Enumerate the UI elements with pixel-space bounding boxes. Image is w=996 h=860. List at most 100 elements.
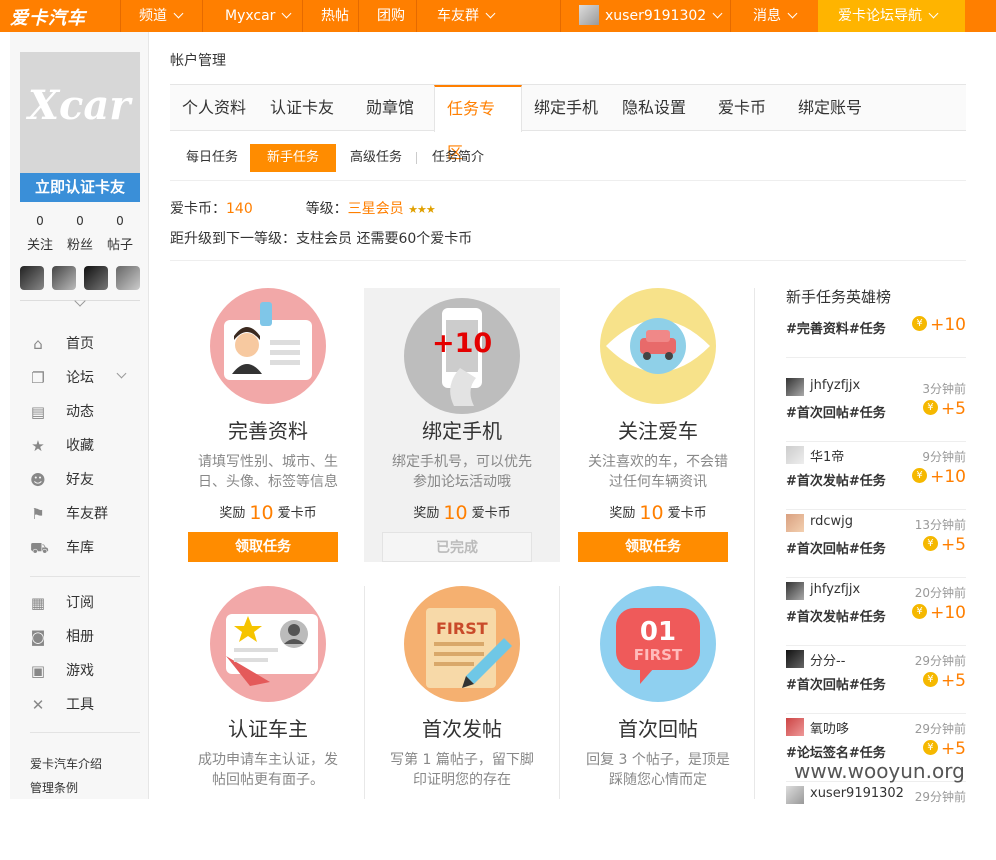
leaderboard-user[interactable]: 氧叻哆 (810, 718, 849, 737)
leaderboard-coins: ¥ +10 (912, 315, 966, 335)
task-desc: 请填写性别、城市、生日、头像、标签等信息 (198, 454, 338, 490)
rules-link[interactable]: 管理条例 (30, 776, 102, 800)
sidebar-item-forum[interactable]: ❐ 论坛 (30, 366, 130, 390)
avatar[interactable] (786, 378, 804, 396)
nav-hot[interactable]: 热帖 (302, 0, 358, 32)
menu-divider (30, 732, 140, 733)
tab-profile[interactable]: 个人资料 (170, 85, 258, 131)
coin-icon: ¥ (922, 739, 938, 755)
nav-myxcar[interactable]: Myxcar (202, 0, 302, 32)
leaderboard-user[interactable]: jhfyzfjjx (810, 582, 860, 597)
profile-avatar[interactable]: Xcar 立即认证卡友 (20, 52, 140, 202)
leaderboard-user[interactable]: 华1帝 (810, 446, 844, 465)
medal-icon[interactable] (20, 266, 44, 290)
nav-user-menu[interactable]: xuser9191302 (560, 0, 730, 32)
leaderboard-task[interactable]: #首次回帖#任务 (786, 674, 886, 693)
subtab-advanced[interactable]: 高级任务 (340, 144, 412, 172)
leaderboard-task[interactable]: #首次回帖#任务 (786, 538, 886, 557)
reward-amount: 10 (249, 502, 274, 524)
leaderboard-task[interactable]: #首次回帖#任务 (786, 402, 886, 421)
avatar[interactable] (786, 446, 804, 464)
sidebar-footer-links: 爱卡汽车介绍 管理条例 (30, 752, 102, 800)
leaderboard-time: 9分钟前 (922, 450, 966, 464)
task-card-first-post: FIRST 首次发帖 写第 1 篇帖子，留下脚印证明您的存在 (364, 586, 560, 860)
avatar[interactable] (786, 514, 804, 532)
leaderboard-time: 13分钟前 (914, 518, 966, 532)
site-logo[interactable]: 爱卡汽车 (10, 4, 86, 29)
medal-icon[interactable] (84, 266, 108, 290)
verify-now-button[interactable]: 立即认证卡友 (20, 173, 140, 202)
stat-posts-count: 0 (116, 214, 124, 228)
tab-bind-phone[interactable]: 绑定手机 (522, 85, 610, 131)
nav-channel[interactable]: 频道 (120, 0, 202, 32)
coin-icon: ¥ (922, 399, 938, 415)
claim-task-button[interactable]: 领取任务 (578, 532, 728, 562)
stat-fans-count: 0 (76, 214, 84, 228)
tab-privacy[interactable]: 隐私设置 (610, 85, 698, 131)
home-icon: ⌂ (33, 335, 43, 353)
tab-verify[interactable]: 认证卡友 (258, 85, 346, 131)
leaderboard-user[interactable]: rdcwjg (810, 514, 853, 529)
stat-posts[interactable]: 0 帖子 (100, 214, 140, 253)
nav-myxcar-label: Myxcar (225, 8, 276, 24)
level-value[interactable]: 三星会员 (348, 201, 404, 217)
about-link[interactable]: 爱卡汽车介绍 (30, 752, 102, 776)
expand-medals-toggle[interactable] (20, 295, 140, 312)
tab-bind-account[interactable]: 绑定账号 (786, 85, 874, 131)
subtab-intro[interactable]: 任务简介 (422, 144, 494, 172)
leaderboard-row: 分分-- 29分钟前 #首次回帖#任务 ¥ +5 (786, 646, 966, 714)
menu-divider (30, 576, 140, 577)
leaderboard-user[interactable]: 分分-- (810, 650, 845, 669)
avatar[interactable] (786, 718, 804, 736)
avatar-logo: Xcar (28, 82, 131, 129)
user-avatar (579, 5, 599, 25)
leaderboard-coins: ¥ +5 (922, 535, 966, 555)
nav-group-buy[interactable]: 团购 (358, 0, 416, 32)
nav-hot-label: 热帖 (321, 8, 349, 24)
task-reward: 奖励 10 爱卡币 (364, 500, 560, 524)
reward-amount: 10 (443, 502, 468, 524)
chevron-down-icon (485, 8, 496, 19)
nav-car-group-label: 车友群 (437, 8, 479, 24)
account-tabs: 个人资料 认证卡友 勋章馆 任务专区 绑定手机 隐私设置 爱卡币 绑定账号 (170, 84, 966, 162)
avatar[interactable] (786, 650, 804, 668)
nav-car-group[interactable]: 车友群 (416, 0, 516, 32)
diamond-medal-icon[interactable] (116, 266, 140, 290)
friends-icon: ☻ (30, 471, 46, 489)
sidebar-item-label: 收藏 (66, 438, 94, 454)
leaderboard-coins: ¥ +5 (922, 739, 966, 759)
chevron-down-icon (928, 8, 939, 19)
reward-overlay: +10 (432, 328, 493, 359)
reward-prefix: 奖励 (609, 506, 636, 521)
task-title: 认证车主 (228, 717, 308, 741)
subtab-daily[interactable]: 每日任务 (176, 144, 248, 172)
stat-fans[interactable]: 0 粉丝 (60, 214, 100, 253)
tab-tasks[interactable]: 任务专区 (434, 85, 522, 162)
avatar[interactable] (786, 582, 804, 600)
subtab-newbie[interactable]: 新手任务 (250, 144, 336, 172)
first-reply-icon-text: FIRST (634, 646, 683, 664)
avatar[interactable] (786, 786, 804, 804)
nav-messages[interactable]: 消息 (730, 0, 818, 32)
leaderboard-row: jhfyzfjjx 3分钟前 #首次回帖#任务 ¥ +5 (786, 374, 966, 442)
leaderboard-task[interactable]: #完善资料#任务 (786, 318, 886, 337)
medal-icon[interactable] (52, 266, 76, 290)
forum-guide-button[interactable]: 爱卡论坛导航 (818, 0, 965, 32)
claim-task-button[interactable]: 领取任务 (188, 532, 338, 562)
page-title: 帐户管理 (170, 53, 226, 69)
leaderboard-task[interactable]: #首次发帖#任务 (786, 470, 886, 489)
tab-medals[interactable]: 勋章馆 (354, 85, 426, 131)
stat-fans-label: 粉丝 (66, 238, 93, 253)
tools-icon: ✕ (31, 696, 45, 714)
task-reward: 奖励 10 爱卡币 (560, 500, 756, 524)
leaderboard-time: 29分钟前 (914, 790, 966, 804)
leaderboard-coins-value: +10 (930, 467, 966, 487)
task-title: 首次发帖 (422, 717, 502, 741)
stat-following[interactable]: 0 关注 (20, 214, 60, 253)
id-card-icon (210, 288, 326, 404)
first-post-icon-text: FIRST (436, 619, 488, 638)
leaderboard-task[interactable]: #首次发帖#任务 (786, 606, 886, 625)
tab-coins[interactable]: 爱卡币 (706, 85, 778, 131)
leaderboard-user[interactable]: jhfyzfjjx (810, 378, 860, 393)
leaderboard-time: 3分钟前 (922, 382, 966, 396)
